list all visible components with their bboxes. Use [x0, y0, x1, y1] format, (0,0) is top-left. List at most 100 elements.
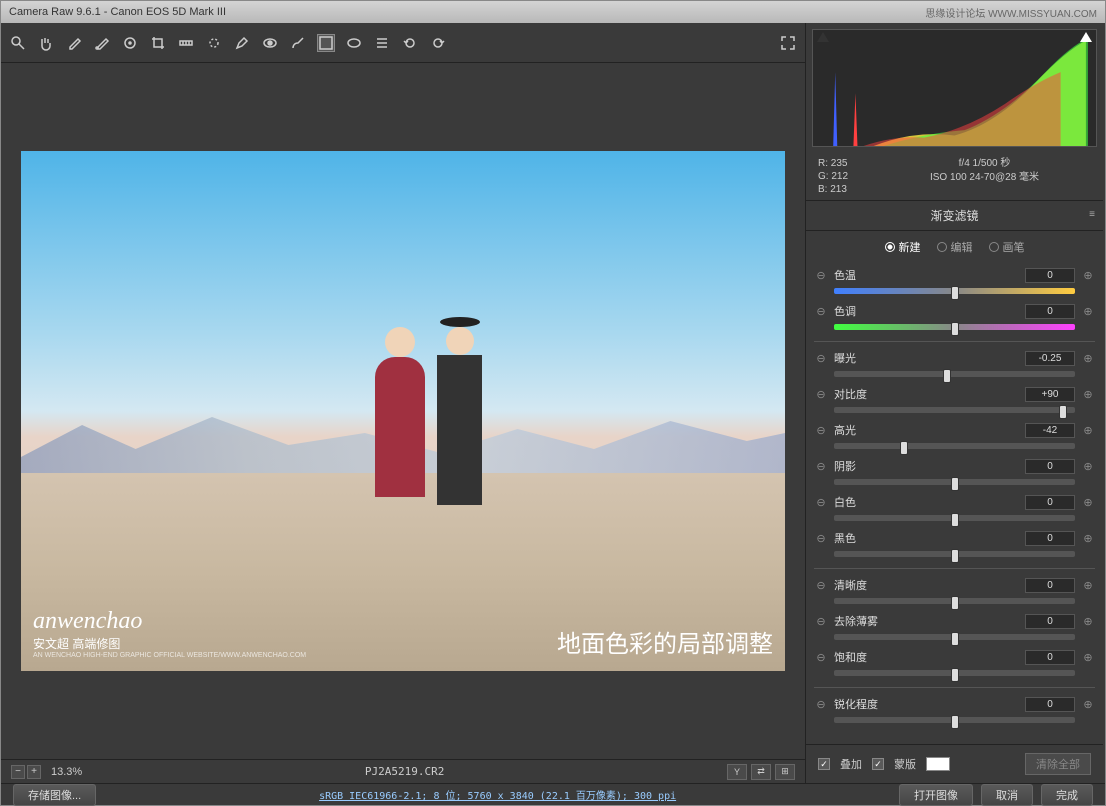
plus-icon[interactable]: ⊕ — [1081, 614, 1095, 628]
plus-icon[interactable]: ⊕ — [1081, 531, 1095, 545]
plus-icon[interactable]: ⊕ — [1081, 423, 1095, 437]
minus-icon[interactable]: ⊖ — [814, 495, 828, 509]
radial-icon[interactable] — [345, 34, 363, 52]
radio-edit[interactable]: 编辑 — [937, 239, 973, 255]
hand-icon[interactable] — [37, 34, 55, 52]
plus-icon[interactable]: ⊕ — [1081, 268, 1095, 282]
slider-track[interactable] — [834, 548, 1075, 560]
toolbar — [1, 23, 805, 63]
filename: PJ2A5219.CR2 — [365, 765, 444, 778]
compare-button[interactable]: Y — [727, 764, 747, 780]
open-image-button[interactable]: 打开图像 — [899, 784, 973, 806]
minus-icon[interactable]: ⊖ — [814, 351, 828, 365]
slider-track[interactable] — [834, 631, 1075, 643]
minus-icon[interactable]: ⊖ — [814, 459, 828, 473]
slider-label: 阴影 — [834, 458, 894, 474]
slider-value-input[interactable]: 0 — [1025, 650, 1075, 665]
zoom-in-button[interactable]: + — [27, 765, 41, 779]
slider-label: 去除薄雾 — [834, 613, 894, 629]
spot-icon[interactable] — [205, 34, 223, 52]
site-watermark: 思缘设计论坛 WWW.MISSYUAN.COM — [925, 5, 1097, 20]
presets-icon[interactable] — [373, 34, 391, 52]
overlay-checkbox[interactable]: ✓ — [818, 758, 830, 770]
straighten-icon[interactable] — [177, 34, 195, 52]
shadow-clip-icon[interactable] — [817, 32, 829, 42]
crop-icon[interactable] — [149, 34, 167, 52]
mask-color-swatch[interactable] — [926, 757, 950, 771]
slider-value-input[interactable]: 0 — [1025, 268, 1075, 283]
slider-track[interactable] — [834, 714, 1075, 726]
right-panel: R: 235 G: 212 B: 213 f/4 1/500 秒 ISO 100… — [805, 23, 1103, 783]
slider-track[interactable] — [834, 285, 1075, 297]
plus-icon[interactable]: ⊕ — [1081, 304, 1095, 318]
target-icon[interactable] — [121, 34, 139, 52]
minus-icon[interactable]: ⊖ — [814, 531, 828, 545]
workflow-info[interactable]: sRGB IEC61966-2.1; 8 位; 5760 x 3840 (22.… — [106, 787, 889, 802]
slider-value-input[interactable]: 0 — [1025, 614, 1075, 629]
slider-value-input[interactable]: 0 — [1025, 531, 1075, 546]
slider-track[interactable] — [834, 595, 1075, 607]
slider-value-input[interactable]: +90 — [1025, 387, 1075, 402]
plus-icon[interactable]: ⊕ — [1081, 650, 1095, 664]
adjustment-brush-icon[interactable] — [289, 34, 307, 52]
slider-label: 色温 — [834, 267, 894, 283]
slider-track[interactable] — [834, 368, 1075, 380]
minus-icon[interactable]: ⊖ — [814, 614, 828, 628]
minus-icon[interactable]: ⊖ — [814, 423, 828, 437]
slider-value-input[interactable]: 0 — [1025, 578, 1075, 593]
slider-value-input[interactable]: 0 — [1025, 459, 1075, 474]
eyedropper-icon[interactable] — [65, 34, 83, 52]
zoom-level[interactable]: 13.3% — [51, 766, 82, 778]
mask-checkbox[interactable]: ✓ — [872, 758, 884, 770]
slider-track[interactable] — [834, 667, 1075, 679]
plus-icon[interactable]: ⊕ — [1081, 578, 1095, 592]
copy-button[interactable]: ⊞ — [775, 764, 795, 780]
brush-icon[interactable] — [233, 34, 251, 52]
cancel-button[interactable]: 取消 — [981, 784, 1033, 806]
rotate-cw-icon[interactable] — [429, 34, 447, 52]
slider-value-input[interactable]: -42 — [1025, 423, 1075, 438]
save-image-button[interactable]: 存储图像... — [13, 784, 96, 806]
highlight-clip-icon[interactable] — [1080, 32, 1092, 42]
slider-track[interactable] — [834, 476, 1075, 488]
plus-icon[interactable]: ⊕ — [1081, 495, 1095, 509]
zoom-out-button[interactable]: − — [11, 765, 25, 779]
slider-temp: ⊖ 色温 0 ⊕ — [814, 267, 1095, 297]
plus-icon[interactable]: ⊕ — [1081, 697, 1095, 711]
minus-icon[interactable]: ⊖ — [814, 268, 828, 282]
slider-track[interactable] — [834, 404, 1075, 416]
slider-value-input[interactable]: -0.25 — [1025, 351, 1075, 366]
redeye-icon[interactable] — [261, 34, 279, 52]
color-sampler-icon[interactable] — [93, 34, 111, 52]
minus-icon[interactable]: ⊖ — [814, 650, 828, 664]
mode-radios: 新建 编辑 画笔 — [806, 231, 1103, 263]
image-preview[interactable]: anwenchao 安文超 高端修图 AN WENCHAO HIGH-END G… — [21, 151, 785, 671]
plus-icon[interactable]: ⊕ — [1081, 459, 1095, 473]
gradient-icon[interactable] — [317, 34, 335, 52]
clear-all-button[interactable]: 清除全部 — [1025, 753, 1091, 775]
slider-value-input[interactable]: 0 — [1025, 304, 1075, 319]
slider-value-input[interactable]: 0 — [1025, 495, 1075, 510]
radio-new[interactable]: 新建 — [885, 239, 921, 255]
panel-menu-icon[interactable]: ≡ — [1089, 209, 1095, 220]
done-button[interactable]: 完成 — [1041, 784, 1093, 806]
zoom-icon[interactable] — [9, 34, 27, 52]
slider-exposure: ⊖ 曝光 -0.25 ⊕ — [814, 350, 1095, 380]
slider-track[interactable] — [834, 321, 1075, 333]
minus-icon[interactable]: ⊖ — [814, 387, 828, 401]
slider-track[interactable] — [834, 440, 1075, 452]
slider-whites: ⊖ 白色 0 ⊕ — [814, 494, 1095, 524]
histogram[interactable] — [812, 29, 1097, 147]
slider-label: 高光 — [834, 422, 894, 438]
slider-track[interactable] — [834, 512, 1075, 524]
plus-icon[interactable]: ⊕ — [1081, 351, 1095, 365]
minus-icon[interactable]: ⊖ — [814, 304, 828, 318]
radio-brush[interactable]: 画笔 — [989, 239, 1025, 255]
minus-icon[interactable]: ⊖ — [814, 697, 828, 711]
fullscreen-icon[interactable] — [779, 34, 797, 52]
plus-icon[interactable]: ⊕ — [1081, 387, 1095, 401]
swap-button[interactable]: ⇄ — [751, 764, 771, 780]
slider-value-input[interactable]: 0 — [1025, 697, 1075, 712]
rotate-ccw-icon[interactable] — [401, 34, 419, 52]
minus-icon[interactable]: ⊖ — [814, 578, 828, 592]
